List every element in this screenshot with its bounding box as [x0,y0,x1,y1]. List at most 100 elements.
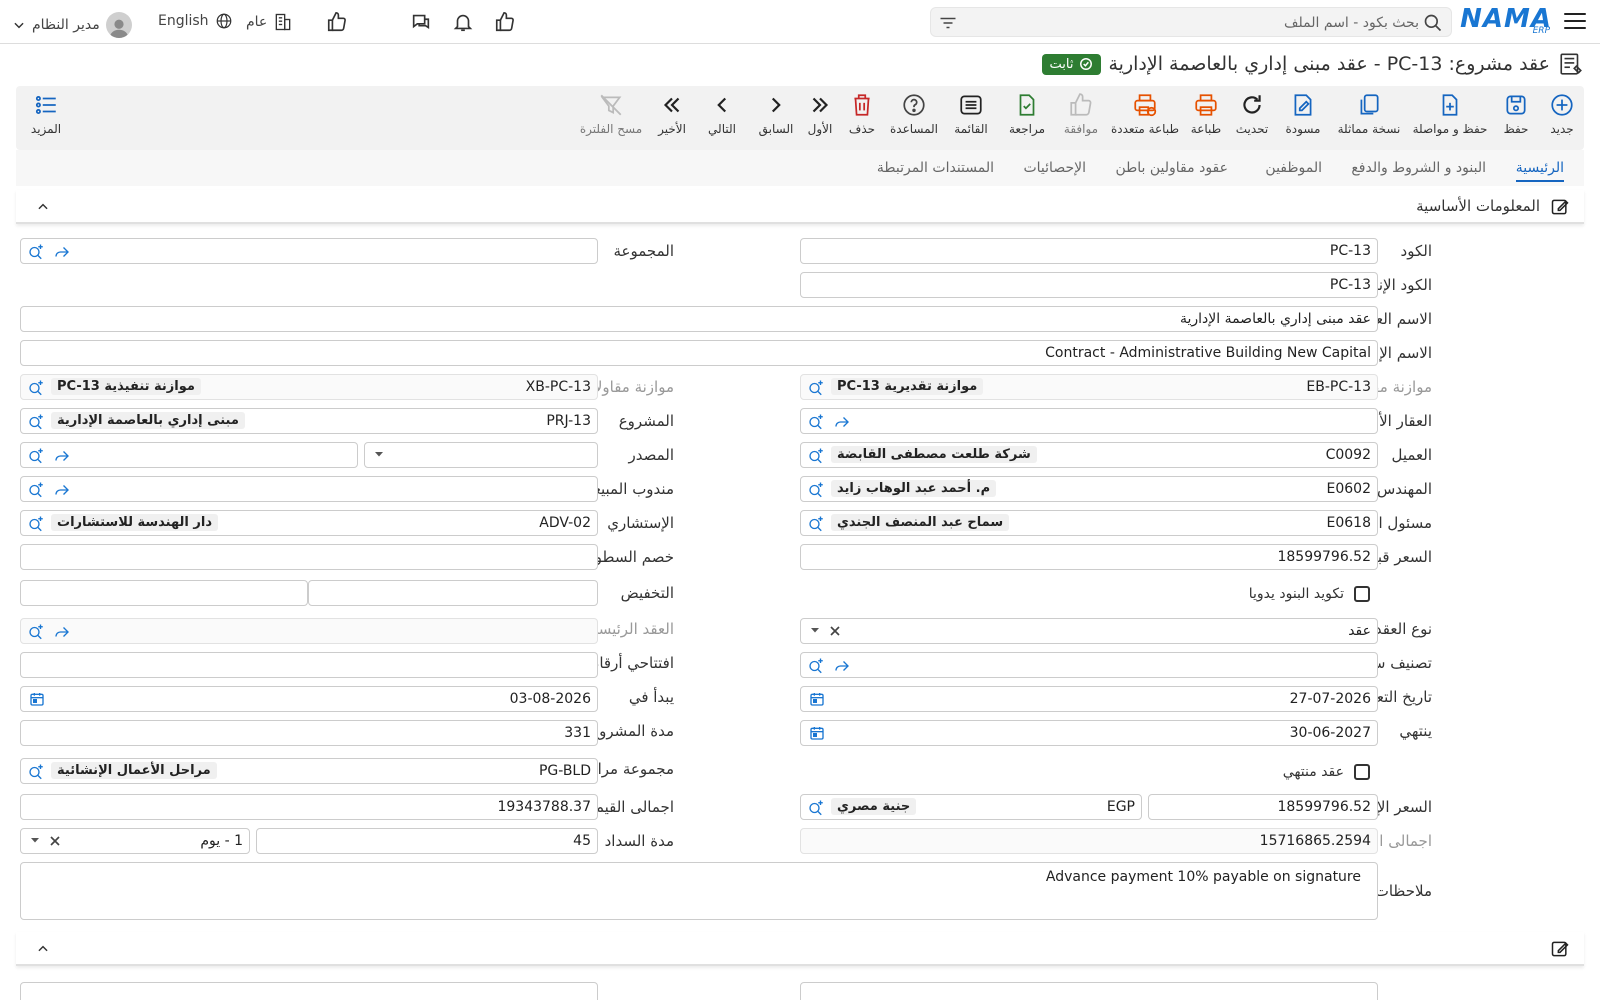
draft-button[interactable]: مسودة [1278,92,1328,136]
search-lookup-icon[interactable] [27,623,45,645]
branch-selector[interactable]: عام [246,12,293,32]
delete-button[interactable]: حذف [842,92,882,136]
search-lookup-icon[interactable] [27,447,45,469]
first-button[interactable]: الأول [800,92,840,136]
thumbs-up-icon[interactable] [316,10,358,34]
next-button[interactable]: التالي [700,92,744,136]
clear-filter-button[interactable]: مسح الفلترة [576,92,646,136]
basic-info-section-header[interactable]: المعلومات الأساسية [16,190,1584,224]
calendar-icon[interactable] [809,725,825,745]
tab-statistics[interactable]: الإحصائيات [1023,160,1086,176]
search-lookup-icon[interactable] [27,763,45,785]
ar-name-field[interactable]: عقد مبنى إداري بالعاصمة الإدارية [20,306,1378,332]
ends-field[interactable]: 30-06-2027 [800,720,1378,746]
search-box[interactable] [930,7,1452,37]
approve-button[interactable]: موافقة [1056,92,1106,136]
search-input[interactable] [989,13,1419,33]
second-section-header[interactable] [16,932,1584,966]
notification-bell-icon[interactable] [442,10,484,34]
exec-budget-field[interactable]: XB-PC-13 موازنة تنفيذية PC-13 [20,374,598,400]
duplicate-button[interactable]: نسخة مماثلة [1332,92,1406,136]
tab-main[interactable]: الرئيسية [1515,160,1565,182]
share-icon[interactable] [53,243,71,265]
edit-icon[interactable] [1550,197,1570,221]
search-lookup-icon[interactable] [807,447,825,469]
list-button[interactable]: القائمة [946,92,996,136]
tab-subcontracts[interactable]: عقود مقاولين باطن [1115,160,1228,176]
tab-employees[interactable]: الموظفين [1265,160,1322,176]
clear-icon[interactable] [47,833,63,853]
search-lookup-icon[interactable] [807,413,825,435]
chevron-up-icon[interactable] [36,200,50,218]
search-lookup-icon[interactable] [27,481,45,503]
discount-field-1[interactable] [308,580,598,606]
chevron-up-icon[interactable] [36,942,50,960]
search-lookup-icon[interactable] [27,379,45,401]
notes-textarea[interactable]: Advance payment 10% payable on signature [20,862,1378,920]
total-cost-field[interactable]: 15716865.2594 [800,828,1378,854]
consultant-field[interactable]: ADV-02 دار الهندسة للاستشارات [20,510,598,536]
multi-print-button[interactable]: طباعة متعددة [1108,92,1182,136]
calendar-icon[interactable] [809,691,825,711]
hamburger-menu-icon[interactable] [1564,10,1586,32]
source-field[interactable] [20,442,358,468]
share-icon[interactable] [53,623,71,645]
est-budget-field[interactable]: EB-PC-13 موازنة تقديرية PC-13 [800,374,1378,400]
share-icon[interactable] [53,481,71,503]
attachment-field-1[interactable] [800,982,1378,1000]
customer-field[interactable]: C0092 شركة طلعت مصطفى القابضة [800,442,1378,468]
previous-button[interactable]: السابق [754,92,798,136]
share-icon[interactable] [833,413,851,435]
search-lookup-icon[interactable] [807,799,825,821]
extract-prefix-field[interactable] [20,652,598,678]
record-class-field[interactable] [800,652,1378,678]
contract-date-field[interactable]: 27-07-2026 [800,686,1378,712]
stages-group-field[interactable]: PG-BLD مراحل الأعمال الإنشائية [20,758,598,784]
search-lookup-icon[interactable] [27,413,45,435]
main-contract-field[interactable] [20,618,598,644]
manual-items-checkbox[interactable] [1354,586,1370,602]
currency-field[interactable]: EGP جنية مصري [800,794,1142,820]
duration-days-field[interactable]: 331 [20,720,598,746]
en-code-field[interactable]: PC-13 [800,272,1378,298]
discount-field-2[interactable] [20,580,308,606]
group-field[interactable] [20,238,598,264]
search-lookup-icon[interactable] [807,515,825,537]
tab-related-docs[interactable]: المستندات المرتبطة [877,160,994,176]
sales-rep-field[interactable] [20,476,598,502]
help-button[interactable]: المساعدة [886,92,942,136]
like-icon[interactable] [484,10,526,34]
ended-contract-checkbox[interactable] [1354,764,1370,780]
filter-icon[interactable] [939,15,957,35]
code-field[interactable]: PC-13 [800,238,1378,264]
total-due-field[interactable]: 19343788.37 [20,794,598,820]
sales-manager-field[interactable]: E0618 سماح عبد المنصف الجندي [800,510,1378,536]
price-before-discount-field[interactable]: 18599796.52 [800,544,1378,570]
unified-line-discount-field[interactable] [20,544,598,570]
language-switch[interactable]: English [158,12,233,30]
caret-down-icon[interactable] [29,834,41,850]
logo[interactable]: NAMA ERP [1460,4,1552,36]
en-name-field[interactable]: Contract - Administrative Building New C… [20,340,1378,366]
share-icon[interactable] [53,447,71,469]
more-button[interactable]: المزيد [22,92,70,136]
user-menu[interactable]: مدير النظام [12,12,132,38]
new-button[interactable]: جديد [1540,92,1584,136]
payment-period-field[interactable]: 45 [256,828,598,854]
print-button[interactable]: طباعة [1184,92,1228,136]
project-field[interactable]: PRJ-13 مبنى إداري بالعاصمة الإدارية [20,408,598,434]
search-lookup-icon[interactable] [27,515,45,537]
share-icon[interactable] [833,657,851,679]
save-continue-button[interactable]: حفظ و مواصلة [1408,92,1492,136]
caret-down-icon[interactable] [809,624,821,640]
contract-type-select[interactable]: عقد [800,618,1378,644]
source-select[interactable] [364,442,598,468]
search-lookup-icon[interactable] [807,379,825,401]
save-button[interactable]: حفظ [1494,92,1538,136]
parent-property-field[interactable] [800,408,1378,434]
clear-icon[interactable] [827,623,843,643]
engineer-field[interactable]: E0602 م. أحمد عبد الوهاب زايد [800,476,1378,502]
last-button[interactable]: الأخير [652,92,692,136]
tab-terms-payment[interactable]: البنود و الشروط والدفع [1351,160,1486,176]
search-lookup-icon[interactable] [807,657,825,679]
